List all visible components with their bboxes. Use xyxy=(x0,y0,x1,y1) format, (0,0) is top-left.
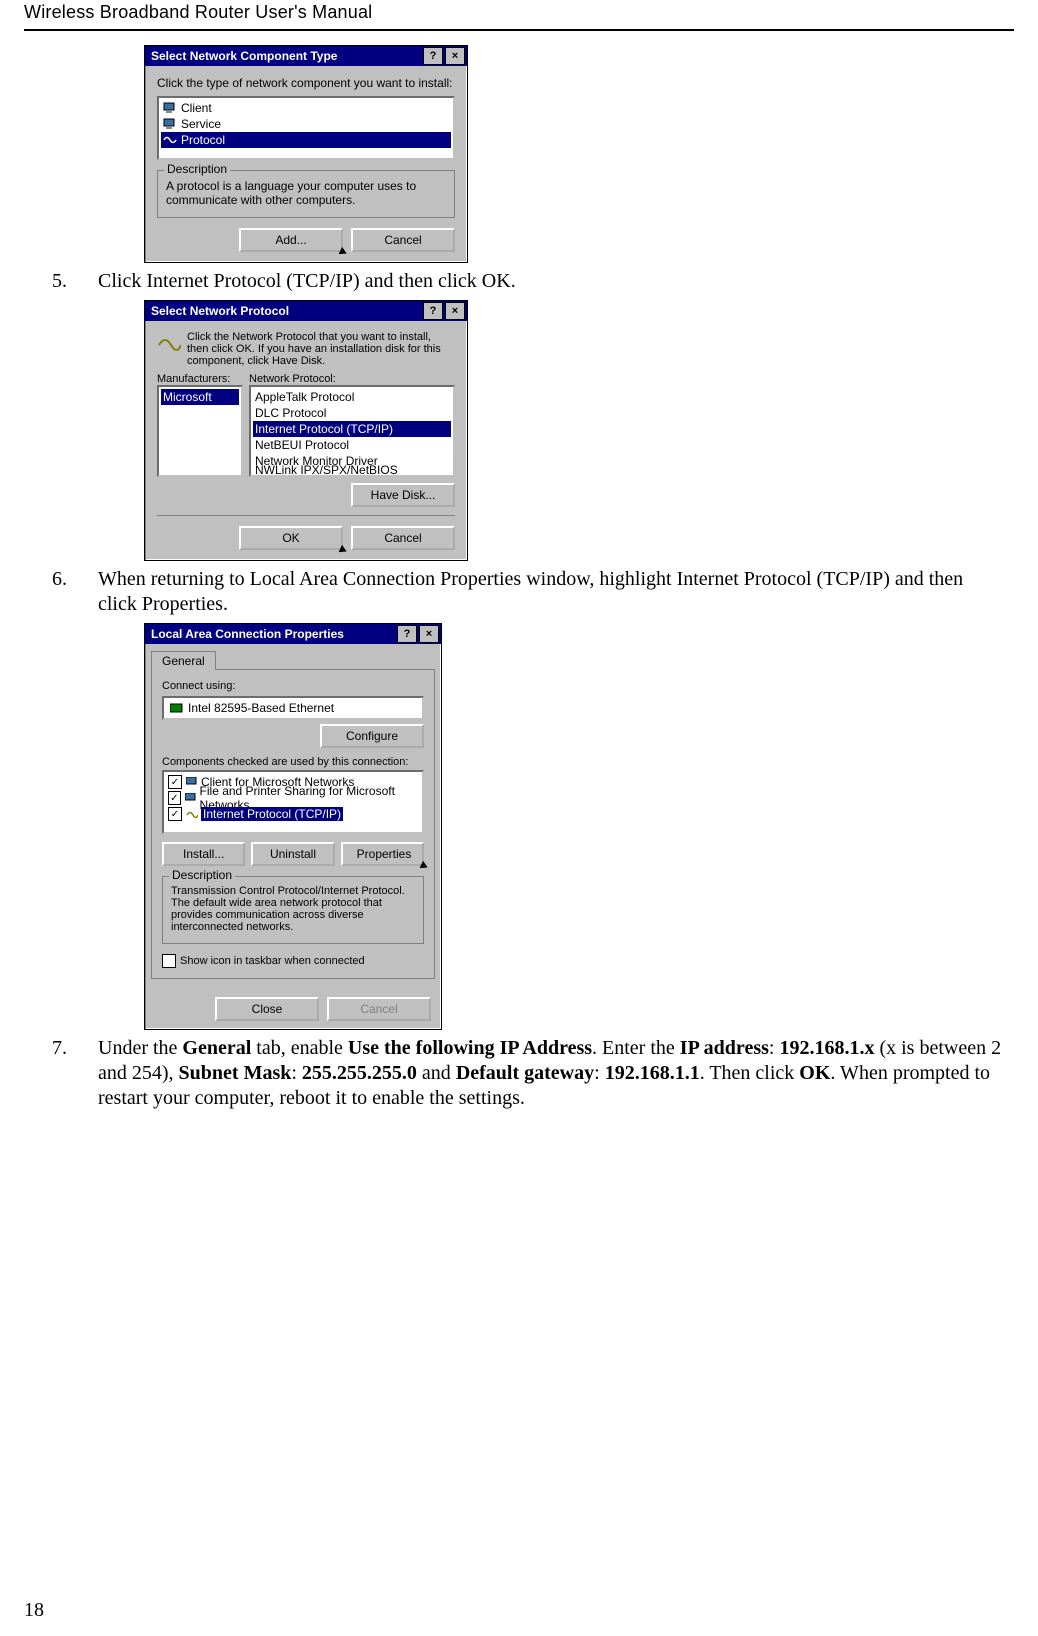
group-caption: Description xyxy=(164,162,230,176)
step-text: When returning to Local Area Connection … xyxy=(98,567,1014,617)
checkbox-icon[interactable] xyxy=(162,954,176,968)
close-icon[interactable]: × xyxy=(445,47,465,65)
component-type-listbox[interactable]: Client Service Protocol xyxy=(157,96,455,160)
connect-using-label: Connect using: xyxy=(162,680,424,692)
description-text: Transmission Control Protocol/Internet P… xyxy=(171,885,415,933)
step-7: 7. Under the General tab, enable Use the… xyxy=(24,1036,1014,1111)
list-item-label: Microsoft xyxy=(163,390,212,404)
dialog2-titlebar: Select Network Protocol ? × xyxy=(145,301,467,321)
add-button[interactable]: Add... xyxy=(239,228,343,252)
adapter-field: Intel 82595-Based Ethernet xyxy=(162,696,424,720)
cancel-button[interactable]: Cancel xyxy=(351,526,455,550)
description-group: Description Transmission Control Protoco… xyxy=(162,876,424,944)
dialog1-titlebar: Select Network Component Type ? × xyxy=(145,46,467,66)
install-button[interactable]: Install... xyxy=(162,842,245,866)
uninstall-button[interactable]: Uninstall xyxy=(251,842,334,866)
protocol-label: Network Protocol: xyxy=(249,373,455,385)
figure-select-network-protocol: Select Network Protocol ? × Click the Ne… xyxy=(24,300,1014,561)
components-label: Components checked are used by this conn… xyxy=(162,756,424,768)
list-item-label: Internet Protocol (TCP/IP) xyxy=(201,807,343,821)
components-listbox[interactable]: ✓Client for Microsoft Networks ✓File and… xyxy=(162,770,424,834)
show-icon-label: Show icon in taskbar when connected xyxy=(180,955,365,967)
list-item-label: NetBEUI Protocol xyxy=(255,438,349,452)
cancel-button[interactable]: Cancel xyxy=(351,228,455,252)
manufacturers-label: Manufacturers: xyxy=(157,373,243,385)
page-number: 18 xyxy=(24,1599,44,1622)
manufacturers-listbox[interactable]: Microsoft xyxy=(157,385,243,477)
monitor-icon xyxy=(163,102,177,114)
list-item[interactable]: NetBEUI Protocol xyxy=(253,437,451,453)
list-item[interactable]: ✓File and Printer Sharing for Microsoft … xyxy=(166,790,420,806)
dialog2-title: Select Network Protocol xyxy=(147,304,421,318)
header-rule xyxy=(24,29,1014,31)
list-item-label: Internet Protocol (TCP/IP) xyxy=(255,422,393,436)
step-number: 6. xyxy=(24,567,98,592)
properties-button[interactable]: Properties xyxy=(341,842,424,866)
checkbox-icon[interactable]: ✓ xyxy=(168,791,181,805)
ok-button[interactable]: OK xyxy=(239,526,343,550)
configure-button[interactable]: Configure xyxy=(320,724,424,748)
list-item[interactable]: AppleTalk Protocol xyxy=(253,389,451,405)
figure-select-component-type: Select Network Component Type ? × Click … xyxy=(24,45,1014,263)
list-item-tcpip[interactable]: Internet Protocol (TCP/IP) xyxy=(253,421,451,437)
figure-lan-properties: Local Area Connection Properties ? × Gen… xyxy=(24,623,1014,1030)
step-5: 5. Click Internet Protocol (TCP/IP) and … xyxy=(24,269,1014,294)
cable-icon xyxy=(186,809,198,819)
list-item-label: NWLink IPX/SPX/NetBIOS Compatible Transp… xyxy=(255,463,449,477)
step-number: 7. xyxy=(24,1036,98,1061)
help-icon[interactable]: ? xyxy=(397,625,417,643)
show-icon-row[interactable]: Show icon in taskbar when connected xyxy=(162,954,424,968)
tab-general[interactable]: General xyxy=(151,651,216,670)
list-item-label: AppleTalk Protocol xyxy=(255,390,354,404)
page-header: Wireless Broadband Router User's Manual xyxy=(0,0,1038,29)
list-item-protocol[interactable]: Protocol xyxy=(161,132,451,148)
close-icon[interactable]: × xyxy=(419,625,439,643)
list-item-manufacturer[interactable]: Microsoft xyxy=(161,389,239,405)
step-number: 5. xyxy=(24,269,98,294)
dialog1-title: Select Network Component Type xyxy=(147,49,421,63)
dialog1-prompt: Click the type of network component you … xyxy=(157,76,455,90)
help-icon[interactable]: ? xyxy=(423,302,443,320)
monitor-icon xyxy=(186,777,198,787)
list-item-label: Service xyxy=(181,117,221,131)
help-icon[interactable]: ? xyxy=(423,47,443,65)
group-caption: Description xyxy=(169,868,235,882)
have-disk-button[interactable]: Have Disk... xyxy=(351,483,455,507)
checkbox-icon[interactable]: ✓ xyxy=(168,807,182,821)
list-item-label: Client xyxy=(181,101,212,115)
list-item[interactable]: NWLink IPX/SPX/NetBIOS Compatible Transp… xyxy=(253,469,451,477)
dialog3-titlebar: Local Area Connection Properties ? × xyxy=(145,624,441,644)
step-text: Click Internet Protocol (TCP/IP) and the… xyxy=(98,269,1014,294)
cable-icon xyxy=(163,134,177,146)
list-item-service[interactable]: Service xyxy=(161,116,451,132)
monitor-icon xyxy=(185,793,197,803)
checkbox-icon[interactable]: ✓ xyxy=(168,775,182,789)
close-button[interactable]: Close xyxy=(215,997,319,1021)
dialog3-title: Local Area Connection Properties xyxy=(147,627,395,641)
protocol-listbox[interactable]: AppleTalk Protocol DLC Protocol Internet… xyxy=(249,385,455,477)
cancel-button: Cancel xyxy=(327,997,431,1021)
monitor-icon xyxy=(163,118,177,130)
close-icon[interactable]: × xyxy=(445,302,465,320)
list-item[interactable]: DLC Protocol xyxy=(253,405,451,421)
adapter-name: Intel 82595-Based Ethernet xyxy=(188,701,334,715)
dialog2-prompt: Click the Network Protocol that you want… xyxy=(187,331,455,367)
nic-icon xyxy=(170,702,184,714)
step-text: Under the General tab, enable Use the fo… xyxy=(98,1036,1014,1111)
list-item-label: DLC Protocol xyxy=(255,406,326,420)
list-item-label: Protocol xyxy=(181,133,225,147)
list-item-client[interactable]: Client xyxy=(161,100,451,116)
description-group: Description A protocol is a language you… xyxy=(157,170,455,218)
step-6: 6. When returning to Local Area Connecti… xyxy=(24,567,1014,617)
cable-icon xyxy=(157,331,181,351)
description-text: A protocol is a language your computer u… xyxy=(166,179,446,207)
